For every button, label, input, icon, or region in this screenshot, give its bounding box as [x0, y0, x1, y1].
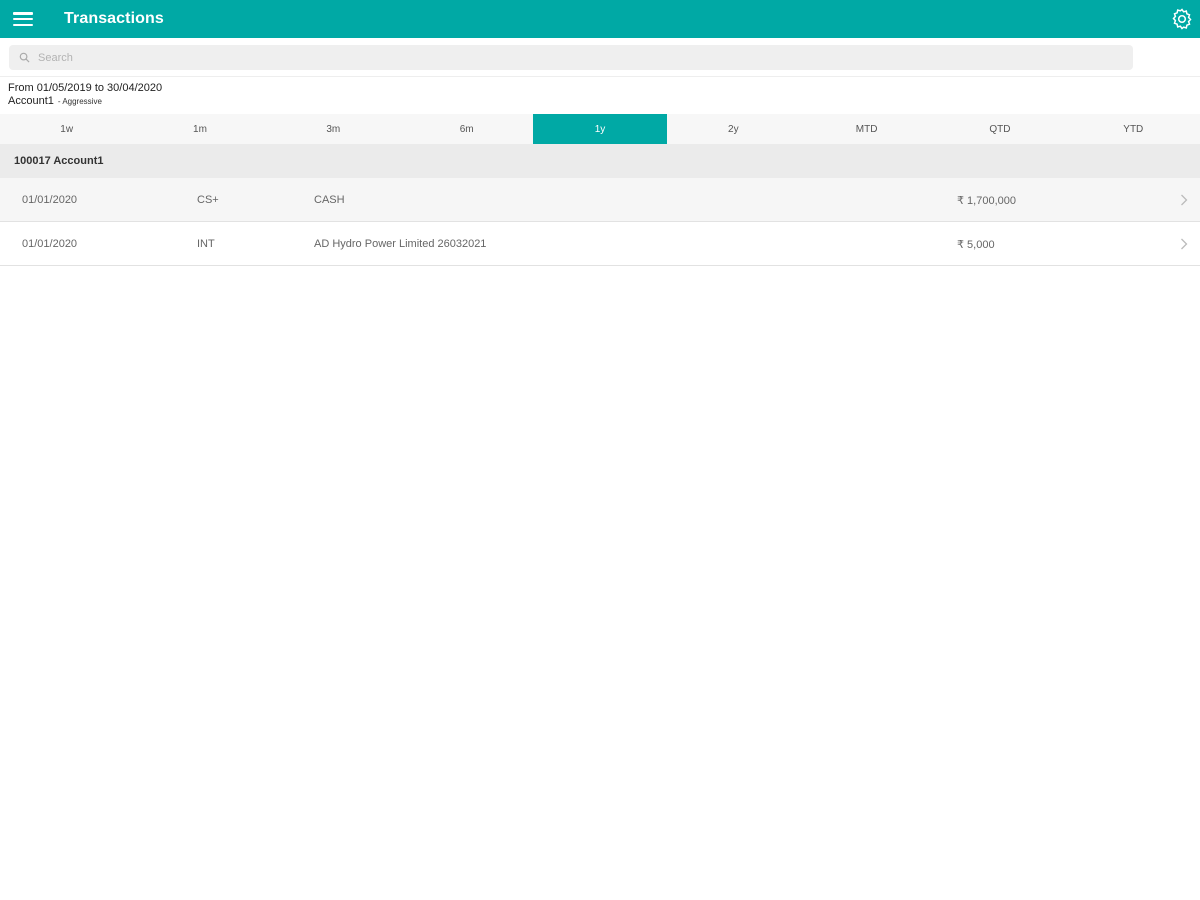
tab-2y[interactable]: 2y [667, 114, 800, 144]
hamburger-menu-icon[interactable] [0, 0, 46, 38]
tab-1y[interactable]: 1y [533, 114, 667, 144]
tab-1w[interactable]: 1w [0, 114, 133, 144]
transaction-row[interactable]: 01/01/2020 INT AD Hydro Power Limited 26… [0, 222, 1200, 266]
search-input[interactable] [38, 51, 1118, 64]
search-icon [19, 52, 30, 63]
page-title: Transactions [64, 10, 164, 27]
transaction-row[interactable]: 01/01/2020 CS+ CASH ₹ 1,700,000 [0, 178, 1200, 222]
account-group-header: 100017 Account1 [0, 144, 1200, 178]
tab-6m[interactable]: 6m [400, 114, 533, 144]
transaction-list: 01/01/2020 CS+ CASH ₹ 1,700,000 01/01/20… [0, 178, 1200, 266]
app-header: Transactions [0, 0, 1200, 38]
transaction-date: 01/01/2020 [22, 238, 78, 250]
account-line: Account1- Aggressive [8, 95, 162, 108]
transaction-type: CS+ [197, 194, 219, 206]
chevron-right-icon[interactable] [1178, 178, 1190, 222]
chevron-right-icon[interactable] [1178, 222, 1190, 266]
account-profile: - Aggressive [57, 97, 102, 106]
tab-1m[interactable]: 1m [133, 114, 266, 144]
period-tabs: 1w 1m 3m 6m 1y 2y MTD QTD YTD [0, 114, 1200, 144]
transaction-amount: ₹ 5,000 [957, 238, 995, 251]
search-bar [0, 38, 1200, 77]
transaction-description: AD Hydro Power Limited 26032021 [314, 238, 487, 250]
tab-qtd[interactable]: QTD [933, 114, 1066, 144]
date-range: From 01/05/2019 to 30/04/2020 [8, 82, 163, 94]
range-summary: From 01/05/2019 to 30/04/2020 Account1- … [8, 81, 162, 108]
tab-ytd[interactable]: YTD [1067, 114, 1200, 144]
tab-mtd[interactable]: MTD [800, 114, 933, 144]
account-name: Account1 [8, 95, 54, 107]
tab-3m[interactable]: 3m [267, 114, 400, 144]
transaction-date: 01/01/2020 [22, 194, 78, 206]
transaction-type: INT [197, 238, 215, 250]
transaction-description: CASH [314, 194, 345, 206]
search-box[interactable] [9, 45, 1133, 70]
gear-icon[interactable] [1170, 7, 1194, 31]
transaction-amount: ₹ 1,700,000 [957, 194, 1016, 207]
